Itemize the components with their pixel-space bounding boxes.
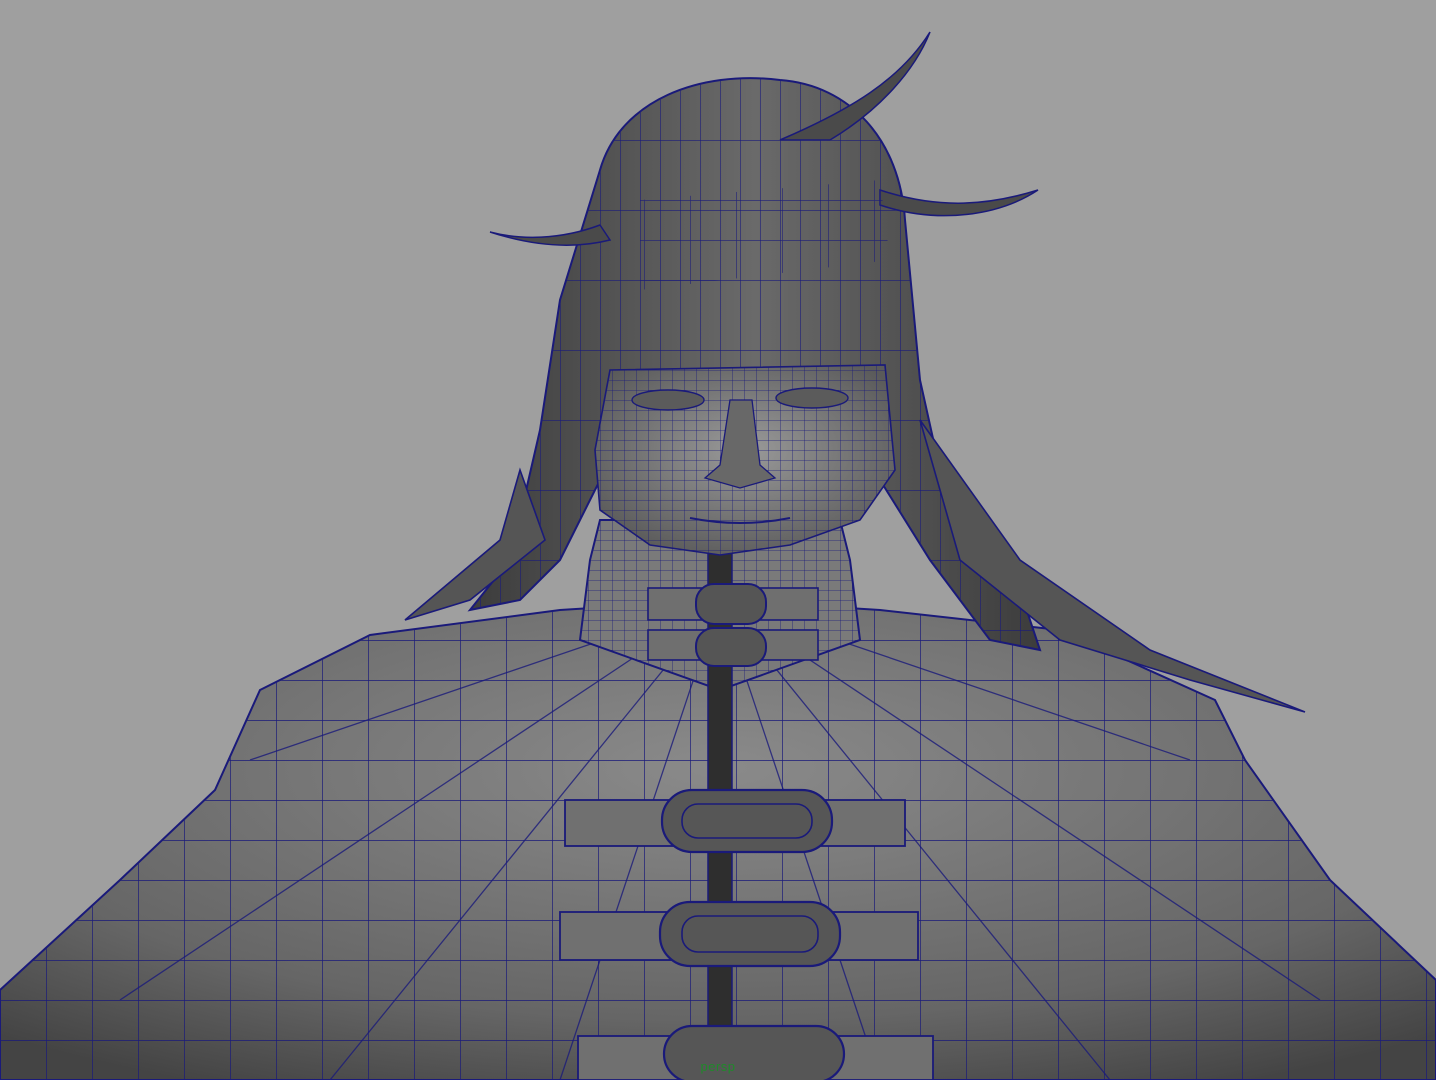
fastener-4 (559, 900, 919, 968)
fastener-3 (564, 788, 906, 854)
viewport-persp[interactable]: persp (0, 0, 1436, 1080)
fastener-1 (647, 583, 819, 625)
face-mesh (594, 364, 896, 556)
character-mesh[interactable] (0, 0, 1436, 1080)
fastener-2 (647, 627, 819, 667)
camera-name-label: persp (700, 1059, 736, 1074)
